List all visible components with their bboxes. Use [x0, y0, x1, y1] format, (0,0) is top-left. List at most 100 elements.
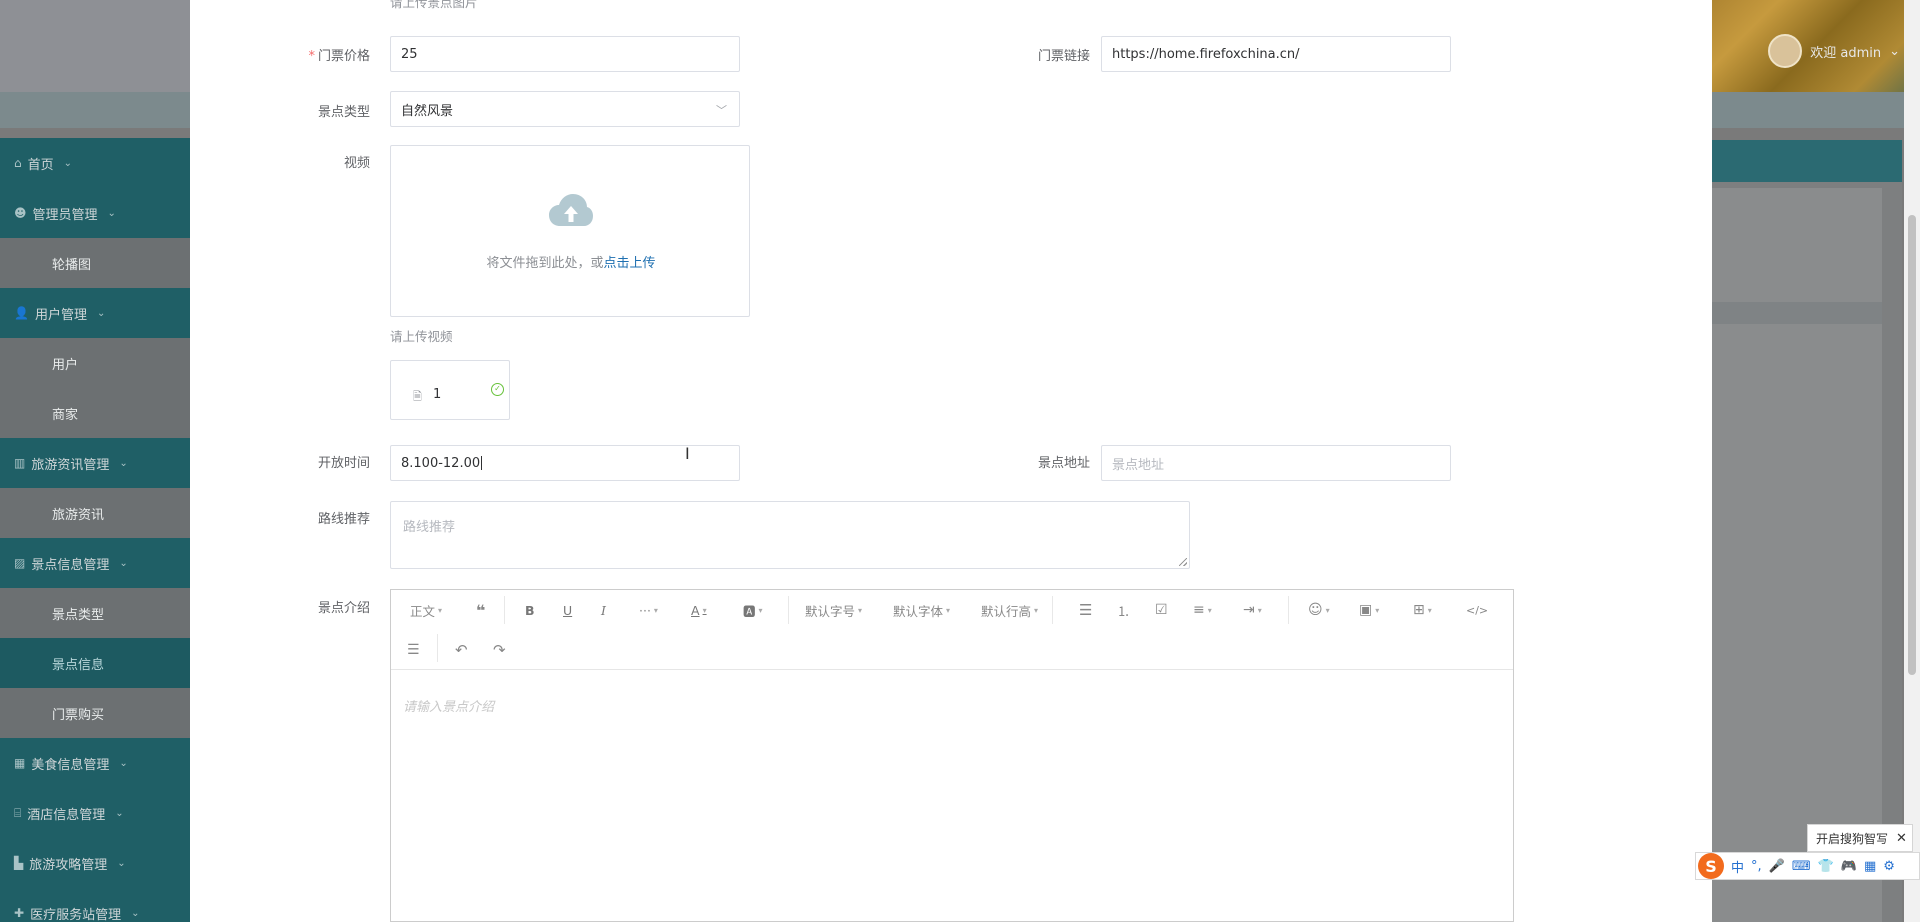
ime-tip-popup[interactable]: 开启搜狗智写 ✕ [1807, 824, 1913, 852]
rich-text-editor[interactable]: 正文 ▾ ❝ B U I ··· ▾ A ▾ 🅰 ▾ 默认字号 ▾ 默认字体 ▾ 默认行高 ▾… [390, 589, 1514, 922]
sidebar-item-label: 用户 [52, 357, 79, 373]
sidebar-item-8[interactable]: ▨ 景点信息管理 ⌄ [0, 538, 190, 588]
route-textarea[interactable]: 路线推荐 [390, 501, 1190, 569]
game-icon[interactable]: 🎮 [1841, 859, 1857, 874]
microphone-icon[interactable]: 🎤 [1769, 859, 1785, 874]
line-height-dropdown[interactable]: 默认行高 ▾ [981, 598, 1038, 622]
todo-list-icon[interactable]: ☑ [1155, 598, 1168, 622]
sidebar-item-13[interactable]: ⌸ 酒店信息管理 ⌄ [0, 788, 190, 838]
sidebar-item-3[interactable]: 👤 用户管理 ⌄ [0, 288, 190, 338]
price-label: * 门票价格 [308, 49, 370, 64]
user-menu[interactable]: 欢迎 admin ⌄ [1768, 34, 1900, 68]
news-icon: ▥ [14, 456, 26, 470]
sidebar-item-12[interactable]: ▦ 美食信息管理 ⌄ [0, 738, 190, 788]
sidebar-item-11[interactable]: 门票购买 [0, 688, 190, 738]
sidebar-item-5[interactable]: 商家 [0, 388, 190, 438]
chevron-icon: ⌄ [117, 857, 126, 869]
indent-dropdown-icon[interactable]: ⇥ ▾ [1243, 598, 1262, 622]
hotel-icon: ⌸ [14, 805, 22, 820]
scrollbar-thumb[interactable] [1908, 215, 1916, 675]
settings-icon[interactable]: ⚙ [1883, 859, 1895, 874]
quote-icon[interactable]: ❝ [476, 598, 485, 622]
sidebar-item-10[interactable]: 景点信息 [0, 638, 190, 688]
background-color-icon[interactable]: 🅰 ▾ [743, 598, 763, 622]
cloud-upload-icon [549, 194, 593, 226]
bullet-list-icon[interactable]: ☰ [1079, 598, 1092, 622]
sidebar: ⌂ 首页 ⌄ ☻ 管理员管理 ⌄ 轮播图 👤 用户管理 ⌄ 用户商家 ▥ 旅游资讯管理 ⌄ 旅游资讯 ▨ 景点信… [0, 138, 190, 922]
document-icon: 🗎 [413, 390, 422, 403]
ime-toolbar[interactable]: S 中 °, 🎤 ⌨ 👕 🎮 ▦ ⚙ [1695, 852, 1920, 880]
punctuation-icon[interactable]: °, [1751, 859, 1762, 874]
sidebar-item-label: 景点信息管理 [31, 557, 110, 573]
ticket-link-input[interactable]: https://home.firefoxchina.cn/ [1101, 36, 1451, 72]
sidebar-item-label: 景点类型 [52, 607, 105, 623]
sidebar-item-label: 门票购买 [52, 707, 105, 723]
type-label: 景点类型 [317, 105, 370, 120]
editor-placeholder: 请输入景点介绍 [403, 700, 495, 715]
grid-icon: ▦ [14, 756, 26, 770]
route-label: 路线推荐 [317, 512, 370, 527]
italic-icon[interactable]: I [601, 598, 606, 622]
chevron-icon: ⌄ [119, 457, 128, 469]
align-dropdown-icon[interactable]: ≡ ▾ [1193, 598, 1212, 622]
sidebar-item-9[interactable]: 景点类型 [0, 588, 190, 638]
upload-instructions: 将文件拖到此处，或点击上传 [486, 256, 656, 271]
sidebar-item-label: 用户管理 [34, 307, 87, 323]
ime-mode-toggle[interactable]: 中 [1731, 857, 1744, 876]
skin-icon[interactable]: 👕 [1818, 859, 1834, 874]
sidebar-item-4[interactable]: 用户 [0, 338, 190, 388]
sogou-logo-icon[interactable]: S [1698, 853, 1724, 879]
chevron-down-icon: ﹀ [716, 104, 727, 117]
font-color-dropdown[interactable]: A ▾ [691, 598, 707, 622]
undo-icon[interactable]: ↶ [455, 638, 468, 662]
medical-icon: ✚ [14, 906, 25, 920]
edit-dialog: 请上传景点图片 * 门票价格 25 门票链接 https://home.firef… [190, 0, 1712, 922]
sidebar-item-7[interactable]: 旅游资讯 [0, 488, 190, 538]
close-icon[interactable]: ✕ [1896, 831, 1907, 846]
background-panel [1712, 188, 1882, 922]
divider-icon[interactable]: ☰ [407, 638, 420, 662]
chevron-icon: ⌄ [107, 207, 116, 219]
font-size-dropdown[interactable]: 默认字号 ▾ [805, 598, 862, 622]
sidebar-item-14[interactable]: ▙ 旅游攻略管理 ⌄ [0, 838, 190, 888]
redo-icon[interactable]: ↷ [493, 638, 506, 662]
emoji-icon[interactable]: ☺ ▾ [1308, 598, 1330, 622]
address-input[interactable]: 景点地址 [1101, 445, 1451, 481]
admin-icon: ☻ [14, 206, 27, 220]
sidebar-item-1[interactable]: ☻ 管理员管理 ⌄ [0, 188, 190, 238]
keyboard-icon[interactable]: ⌨ [1792, 859, 1811, 874]
sidebar-item-6[interactable]: ▥ 旅游资讯管理 ⌄ [0, 438, 190, 488]
more-styles-dropdown[interactable]: ··· ▾ [639, 598, 658, 622]
underline-icon[interactable]: U [563, 598, 572, 622]
user-icon: 👤 [14, 306, 29, 320]
guide-icon: ▙ [14, 856, 24, 870]
background-content [1712, 140, 1902, 922]
sidebar-item-label: 商家 [52, 407, 79, 423]
chevron-icon: ⌄ [115, 807, 124, 819]
video-upload-dropzone[interactable]: 将文件拖到此处，或点击上传 [390, 145, 750, 317]
type-select[interactable]: 自然风景 ﹀ [390, 91, 740, 127]
sidebar-item-2[interactable]: 轮播图 [0, 238, 190, 288]
sidebar-item-label: 旅游攻略管理 [29, 857, 108, 873]
uploaded-file-card[interactable]: 🗎 1 ✓ [390, 360, 510, 420]
editor-toolbar: 正文 ▾ ❝ B U I ··· ▾ A ▾ 🅰 ▾ 默认字号 ▾ 默认字体 ▾ 默认行高 ▾… [391, 590, 1513, 670]
image-icon[interactable]: ▣ ▾ [1359, 598, 1379, 622]
click-upload-link[interactable]: 点击上传 [604, 256, 656, 271]
code-icon[interactable]: </> [1466, 598, 1488, 622]
home-icon: ⌂ [14, 156, 22, 170]
video-hint: 请上传视频 [390, 329, 453, 344]
video-label: 视频 [343, 156, 370, 171]
page-scrollbar[interactable] [1904, 0, 1920, 922]
sidebar-item-15[interactable]: ✚ 医疗服务站管理 ⌄ [0, 888, 190, 922]
welcome-text: 欢迎 admin [1810, 45, 1882, 61]
sidebar-item-0[interactable]: ⌂ 首页 ⌄ [0, 138, 190, 188]
background-table-header [1712, 302, 1882, 324]
font-family-dropdown[interactable]: 默认字体 ▾ [893, 598, 950, 622]
bold-icon[interactable]: B [525, 598, 535, 622]
heading-dropdown[interactable]: 正文 ▾ [410, 598, 442, 622]
price-input[interactable]: 25 [390, 36, 740, 72]
apps-icon[interactable]: ▦ [1864, 859, 1876, 874]
numbered-list-icon[interactable]: ⒈ [1117, 598, 1130, 622]
resize-handle-icon[interactable] [1179, 558, 1187, 566]
table-icon[interactable]: ⊞ ▾ [1413, 598, 1432, 622]
